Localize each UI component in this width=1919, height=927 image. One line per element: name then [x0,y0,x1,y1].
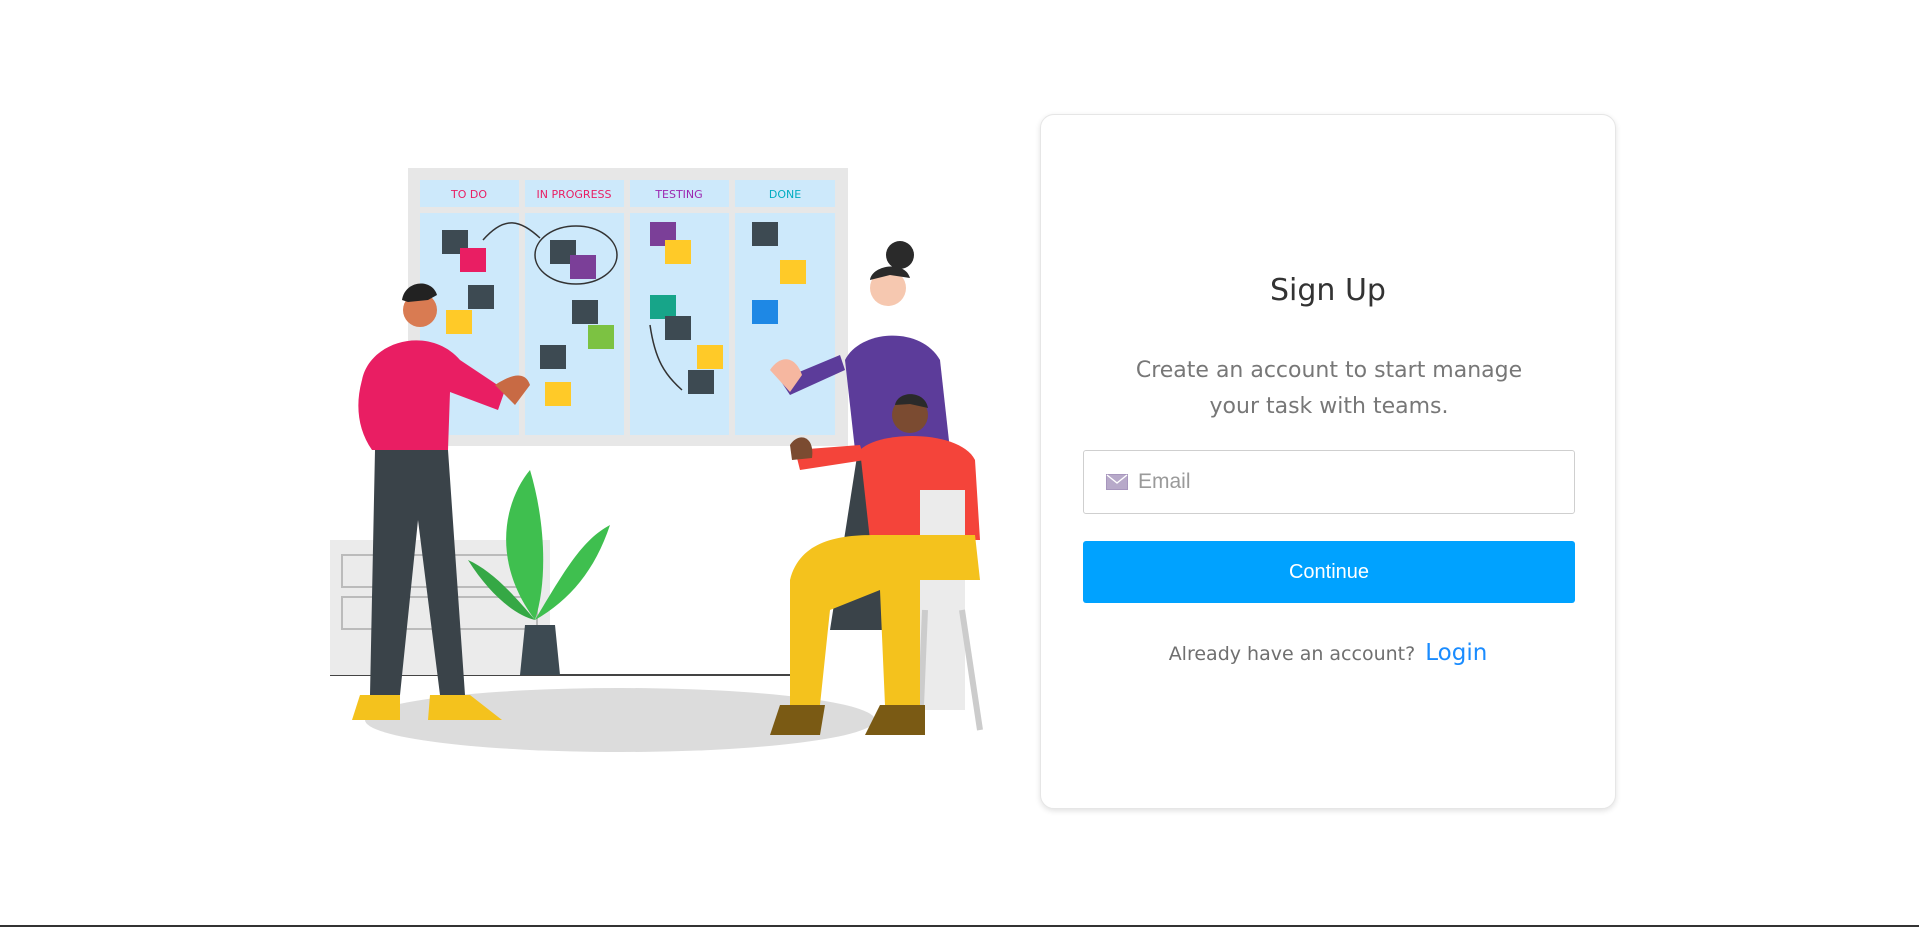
board-column-label: DONE [769,188,801,201]
continue-button[interactable]: Continue [1083,541,1575,603]
board-column-label: IN PROGRESS [537,188,612,201]
page-title: Sign Up [1270,273,1386,308]
team-kanban-illustration: TO DO IN PROGRESS TESTING DONE [320,160,1000,760]
board-column-label: TO DO [450,188,487,201]
signup-card: Sign Up Create an account to start manag… [1040,114,1616,809]
mail-icon [1106,474,1128,490]
login-row: Already have an account? Login [1041,640,1615,666]
signup-page: TO DO IN PROGRESS TESTING DONE Sign Up C… [0,0,1919,927]
email-input[interactable] [1136,469,1560,495]
login-link[interactable]: Login [1425,640,1487,666]
email-field[interactable] [1083,450,1575,514]
signup-subtitle: Create an account to start manage your t… [1135,358,1523,419]
login-prompt: Already have an account? [1168,643,1416,665]
board-column-label: TESTING [654,188,702,201]
